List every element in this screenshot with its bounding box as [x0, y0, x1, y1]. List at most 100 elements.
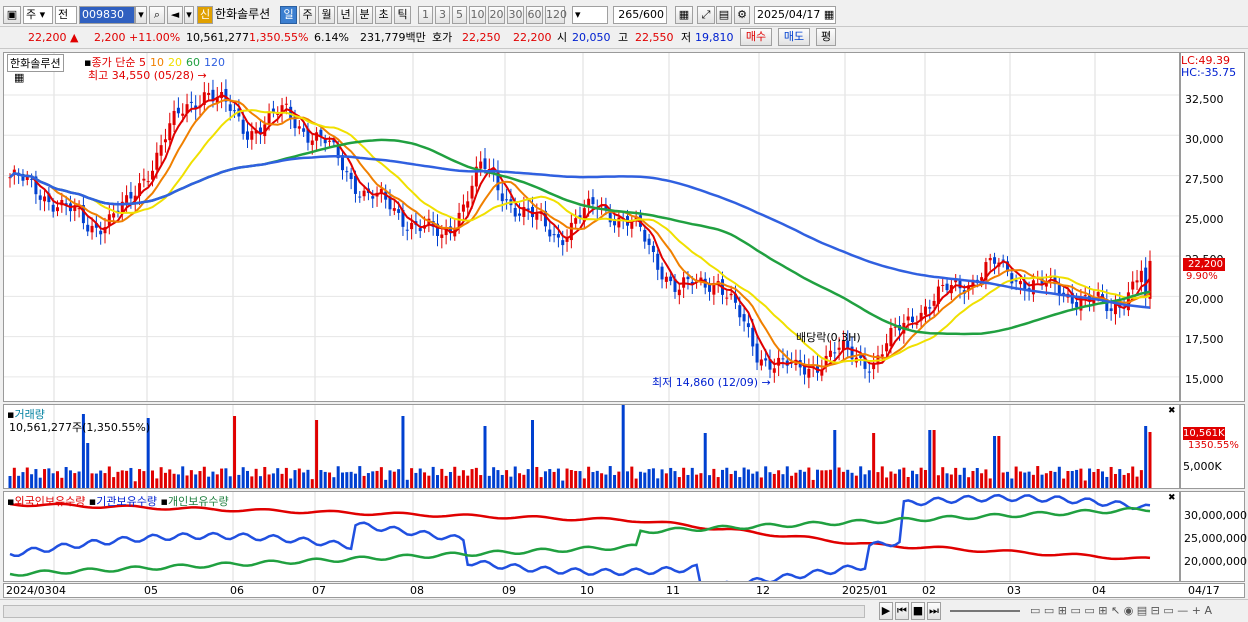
candle-body — [418, 228, 422, 232]
volume-bar — [94, 473, 98, 488]
candle-body — [323, 139, 327, 144]
price-tick-7: 15,000 — [1185, 373, 1224, 386]
volume-bar — [405, 479, 409, 488]
sell-button[interactable]: 매도 — [778, 28, 810, 46]
settings-icon[interactable]: ▦ — [14, 71, 24, 84]
volume-bar — [790, 475, 794, 488]
volume-bar — [889, 471, 893, 488]
candle-body — [772, 368, 776, 373]
settings-gear-icon[interactable]: ⚙ — [734, 6, 750, 24]
view-tools-icon[interactable]: ▭ ▭ ⊞ ▭ ▭ ⊞ ↖ ◉ ▤ ⊟ ▭ — + A — [1030, 604, 1212, 617]
period-button-3[interactable]: 년 — [337, 6, 354, 24]
volume-bar — [47, 468, 51, 488]
interval-custom-select[interactable]: ▾ — [572, 6, 608, 24]
interval-button-5[interactable]: 30 — [507, 6, 524, 24]
period-button-5[interactable]: 초 — [375, 6, 392, 24]
volume-bar — [30, 474, 34, 488]
volume-bar — [764, 466, 768, 488]
code-dropdown-icon[interactable]: ▾ — [135, 6, 147, 24]
volume-bar — [794, 472, 798, 488]
candle-body — [651, 245, 655, 253]
volume-bar — [21, 472, 25, 488]
volume-bar — [155, 478, 159, 488]
candle-body — [664, 276, 668, 282]
draw-tool-icon[interactable]: ⤢ — [697, 6, 715, 24]
prev-select[interactable]: 전 — [55, 6, 77, 24]
scroll-play-icon[interactable]: ■ — [911, 602, 925, 620]
price-change: 2,200 +11.00% — [94, 31, 181, 44]
stock-legend: 한화솔루션 — [7, 54, 64, 72]
volume-bar — [1070, 471, 1074, 488]
candle-body — [988, 257, 992, 261]
period-button-4[interactable]: 분 — [356, 6, 373, 24]
panel-close-icon[interactable]: ✖ — [1168, 493, 1176, 503]
candle-body — [1075, 302, 1079, 308]
zoom-slider[interactable] — [950, 610, 1020, 612]
volume-bar — [1040, 474, 1044, 488]
speaker-dropdown-icon[interactable]: ▾ — [184, 6, 194, 24]
search-icon[interactable]: ⌕ — [149, 6, 165, 24]
panel-close-icon[interactable]: ✖ — [1168, 406, 1176, 416]
count-input[interactable]: 265/600 — [613, 6, 667, 24]
interval-button-4[interactable]: 20 — [488, 6, 505, 24]
volume-bar — [1092, 472, 1096, 488]
period-button-0[interactable]: 일 — [280, 6, 297, 24]
candle-body — [397, 209, 401, 213]
candle-body — [617, 217, 621, 228]
buy-button[interactable]: 매수 — [740, 28, 772, 46]
candle-body — [759, 359, 763, 366]
open-label: 시 — [557, 31, 568, 44]
volume-bar — [608, 466, 612, 488]
avg-button[interactable]: 평 — [816, 28, 836, 46]
volume-bar — [712, 468, 716, 488]
stock-code-input[interactable]: 009830 — [79, 6, 135, 24]
horizontal-scrollbar[interactable] — [3, 605, 865, 618]
period-button-6[interactable]: 틱 — [394, 6, 411, 24]
low-label: 저 — [681, 31, 692, 44]
volume-bar — [1066, 471, 1070, 488]
market-select[interactable]: 주 ▾ — [23, 6, 53, 24]
interval-button-0[interactable]: 1 — [418, 6, 433, 24]
volume-bar — [548, 469, 552, 488]
volume-bar — [911, 470, 914, 488]
candle-body — [751, 327, 755, 347]
interval-button-6[interactable]: 60 — [526, 6, 543, 24]
volume-bar — [133, 481, 137, 488]
speaker-icon[interactable]: ◄ — [167, 6, 183, 24]
volume-bar — [647, 469, 651, 488]
candle-body — [328, 140, 332, 142]
period-button-1[interactable]: 주 — [299, 6, 316, 24]
volume-bar — [116, 471, 120, 488]
scroll-next-icon[interactable]: ▶ — [879, 602, 893, 620]
price-chart-panel[interactable]: 한화솔루션 ▪종가 단순 5 10 20 60 120 ▦ 최고 34,550 (05/… — [3, 52, 1180, 402]
scroll-last-icon[interactable]: ⏭ — [927, 602, 941, 620]
price-chart-svg[interactable] — [4, 53, 1179, 401]
volume-bar — [556, 468, 560, 488]
interval-button-7[interactable]: 120 — [545, 6, 567, 24]
volume-bar — [431, 466, 435, 488]
volume-bar — [263, 466, 267, 488]
volume-bar — [751, 473, 755, 488]
interval-button-1[interactable]: 3 — [435, 6, 450, 24]
save-icon[interactable]: ▤ — [716, 6, 732, 24]
volume-chart-svg[interactable] — [4, 405, 1179, 488]
candle-body — [513, 207, 517, 217]
volume-bar — [267, 474, 271, 488]
date-input[interactable]: 2025/04/17 ▦ — [754, 6, 836, 24]
volume-bar — [1049, 470, 1053, 488]
ma5-line — [9, 93, 1151, 372]
chart-tools-icon[interactable]: ▦ — [675, 6, 693, 24]
volume-bar — [107, 466, 111, 488]
interval-button-2[interactable]: 5 — [452, 6, 467, 24]
window-menu-icon[interactable]: ▣ — [3, 6, 21, 24]
volume-bar — [630, 466, 634, 488]
date-label-2: 05 — [144, 584, 158, 597]
scroll-first-icon[interactable]: ⏮ — [895, 602, 909, 620]
volume-panel[interactable]: ▪거래량 10,561,277주(1,350.55%) ✖ — [3, 404, 1180, 489]
candle-body — [980, 277, 984, 281]
holding-panel[interactable]: ▪외국인보유수량 ▪기관보유수량 ▪개인보유수량 ✖ — [3, 491, 1180, 582]
volume-bar — [785, 466, 789, 488]
period-button-2[interactable]: 월 — [318, 6, 335, 24]
interval-button-3[interactable]: 10 — [469, 6, 486, 24]
stock-name: 한화솔루션 — [215, 7, 271, 21]
